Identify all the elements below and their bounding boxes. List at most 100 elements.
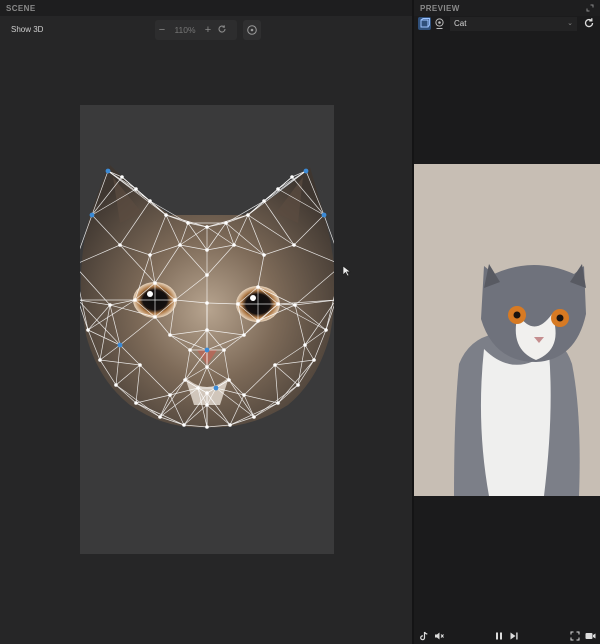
mesh-vertex[interactable]	[312, 358, 316, 362]
subject-select[interactable]: Cat ⌄	[450, 17, 577, 31]
mesh-vertex[interactable]	[262, 253, 266, 257]
mesh-vertex[interactable]	[168, 393, 172, 397]
mesh-vertex[interactable]	[227, 378, 231, 382]
zoom-level: 110%	[174, 25, 196, 35]
zoom-control: − 110% +	[155, 20, 237, 40]
mesh-vertex[interactable]	[196, 386, 200, 390]
mesh-vertex[interactable]	[276, 187, 280, 191]
mesh-vertex[interactable]	[183, 378, 187, 382]
preview-image	[414, 164, 600, 496]
preview-toolbar: Cat ⌄	[414, 16, 600, 32]
mesh-vertex[interactable]	[321, 212, 327, 218]
mesh-vertex[interactable]	[153, 281, 157, 285]
scene-panel: SCENE Show 3D − 110% +	[0, 0, 412, 644]
mesh-vertex[interactable]	[324, 328, 328, 332]
reset-zoom-icon[interactable]	[215, 24, 229, 37]
mesh-vertex[interactable]	[120, 175, 124, 179]
mesh-vertex[interactable]	[164, 213, 168, 217]
mesh-vertex[interactable]	[168, 333, 172, 337]
face-mesh[interactable]	[80, 105, 334, 554]
refresh-icon[interactable]	[583, 17, 595, 29]
mesh-vertex[interactable]	[224, 221, 228, 225]
scene-toolbar: Show 3D − 110% +	[0, 16, 412, 44]
mesh-vertex[interactable]	[153, 315, 157, 319]
mesh-vertex[interactable]	[222, 348, 226, 352]
tiktok-icon[interactable]	[419, 631, 429, 641]
mesh-vertex[interactable]	[114, 383, 118, 387]
mesh-vertex[interactable]	[182, 423, 186, 427]
mesh-vertex[interactable]	[205, 365, 209, 369]
mesh-vertex[interactable]	[290, 175, 294, 179]
right-eye-glint	[250, 295, 256, 301]
mesh-view-button[interactable]	[418, 17, 431, 30]
mesh-vertex[interactable]	[273, 363, 277, 367]
mesh-vertex[interactable]	[292, 243, 296, 247]
mesh-vertex[interactable]	[138, 363, 142, 367]
mesh-vertex[interactable]	[148, 199, 152, 203]
mesh-vertex[interactable]	[173, 298, 177, 302]
subject-select-value: Cat	[454, 19, 467, 28]
mesh-vertex[interactable]	[242, 333, 246, 337]
mesh-vertex[interactable]	[148, 253, 152, 257]
mesh-vertex[interactable]	[105, 168, 111, 174]
mesh-vertex[interactable]	[205, 248, 209, 252]
mesh-vertex[interactable]	[98, 358, 102, 362]
mesh-vertex[interactable]	[205, 225, 209, 229]
expand-icon[interactable]	[586, 4, 594, 12]
mesh-vertex[interactable]	[236, 302, 240, 306]
mesh-vertex[interactable]	[296, 383, 300, 387]
mesh-vertex[interactable]	[205, 328, 209, 332]
mesh-vertex[interactable]	[276, 302, 280, 306]
mesh-vertex[interactable]	[133, 298, 137, 302]
next-frame-icon[interactable]	[509, 631, 519, 641]
recenter-button[interactable]	[243, 20, 261, 40]
mesh-vertex[interactable]	[118, 243, 122, 247]
mesh-vertex[interactable]	[186, 221, 190, 225]
pause-icon[interactable]	[494, 631, 504, 641]
mute-icon[interactable]	[434, 631, 444, 641]
mesh-vertex[interactable]	[293, 303, 297, 307]
cube-icon	[420, 18, 430, 28]
mesh-vertex[interactable]	[256, 285, 260, 289]
show-3d-toggle[interactable]: Show 3D	[11, 25, 43, 34]
mesh-vertex[interactable]	[205, 391, 209, 395]
zoom-in-button[interactable]: +	[201, 24, 215, 36]
mesh-vertex[interactable]	[205, 301, 209, 305]
mesh-vertex[interactable]	[276, 401, 280, 405]
camera-record-icon[interactable]	[585, 631, 596, 641]
mesh-vertex[interactable]	[188, 348, 192, 352]
preview-panel: PREVIEW Cat ⌄	[414, 0, 600, 644]
mesh-vertex[interactable]	[205, 425, 209, 429]
mesh-vertex[interactable]	[86, 328, 90, 332]
preview-header: PREVIEW	[414, 0, 600, 16]
mesh-vertex[interactable]	[246, 213, 250, 217]
mesh-vertex[interactable]	[205, 273, 209, 277]
mesh-vertex[interactable]	[252, 415, 256, 419]
mesh-vertex[interactable]	[256, 319, 260, 323]
mesh-vertex[interactable]	[134, 401, 138, 405]
mesh-vertex[interactable]	[204, 347, 210, 353]
mesh-vertex[interactable]	[178, 243, 182, 247]
mesh-vertex[interactable]	[232, 243, 236, 247]
left-eye-glint	[147, 291, 153, 297]
fullscreen-icon[interactable]	[570, 631, 580, 641]
zoom-out-button[interactable]: −	[155, 24, 169, 36]
target-icon	[247, 25, 257, 35]
mesh-vertex[interactable]	[89, 212, 95, 218]
mesh-vertex[interactable]	[213, 385, 219, 391]
mesh-vertex[interactable]	[262, 199, 266, 203]
mesh-vertex[interactable]	[303, 343, 307, 347]
mesh-vertex[interactable]	[117, 342, 123, 348]
mesh-vertex[interactable]	[303, 168, 309, 174]
mesh-vertex[interactable]	[205, 403, 209, 407]
mesh-vertex[interactable]	[242, 393, 246, 397]
scene-header: SCENE	[0, 0, 412, 16]
mesh-vertex[interactable]	[134, 187, 138, 191]
mesh-vertex[interactable]	[228, 423, 232, 427]
mesh-vertex[interactable]	[108, 303, 112, 307]
mesh-vertex[interactable]	[158, 415, 162, 419]
webcam-icon	[435, 18, 444, 29]
cat-photo	[454, 264, 586, 496]
webcam-button[interactable]	[433, 17, 446, 30]
scene-canvas[interactable]	[80, 105, 352, 554]
